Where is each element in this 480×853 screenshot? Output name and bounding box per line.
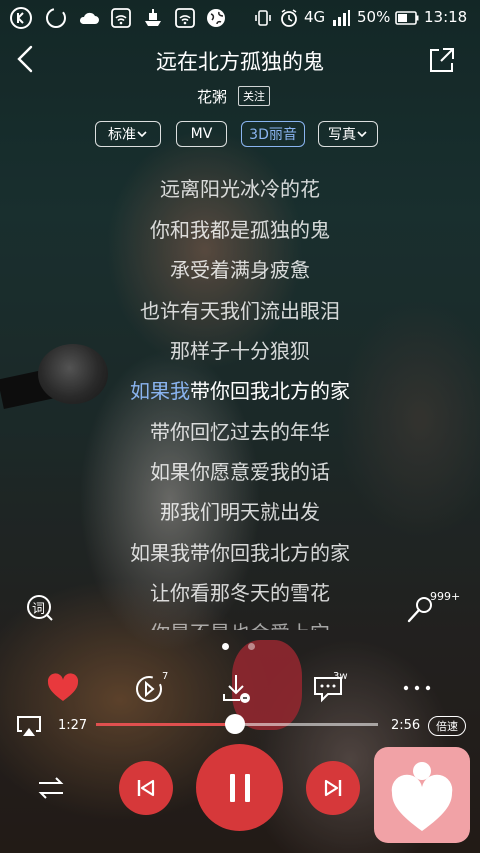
page-dot[interactable]: [248, 643, 255, 650]
3d-sound-button[interactable]: 3D丽音: [241, 121, 305, 147]
photo-label: 写真: [328, 127, 356, 143]
previous-button[interactable]: [119, 761, 173, 815]
previous-track-icon: [137, 779, 155, 797]
signal-icon: [330, 7, 352, 29]
share-count: 7: [162, 671, 169, 682]
ship-app-icon: [142, 7, 164, 29]
alarm-icon: [278, 7, 300, 29]
song-title: 远在北方孤独的鬼: [156, 50, 324, 74]
wifi-app-icon: [174, 7, 196, 29]
play-mode-button[interactable]: [36, 773, 66, 803]
photo-dropdown[interactable]: 写真: [318, 121, 378, 147]
loading-circle-icon: [45, 7, 67, 29]
3d-sound-label: 3D丽音: [249, 127, 297, 143]
lyric-line-current: 如果我带你回我北方的家: [0, 375, 480, 404]
lyric-line: 那我们明天就出发: [160, 500, 320, 524]
cast-button[interactable]: [16, 714, 42, 738]
comment-count: 3w: [333, 671, 348, 682]
more-dots-icon: [403, 685, 431, 691]
heart-filled-icon: [47, 673, 79, 701]
battery-percent: 50%: [357, 8, 391, 26]
network-type: 4G: [304, 8, 326, 26]
globe-icon: [205, 7, 227, 29]
lyric-line: 你和我都是孤独的鬼: [150, 218, 330, 242]
pause-button[interactable]: [196, 744, 283, 831]
lyrics-mode-label: 词: [32, 602, 46, 617]
airplay-icon: [17, 716, 41, 736]
vibrate-icon: [252, 7, 274, 29]
share-arrow-icon: [430, 48, 454, 72]
battery-icon: [394, 7, 420, 29]
lyric-line: 承受着满身疲惫: [170, 258, 310, 282]
chevron-down-icon: [137, 131, 147, 138]
lyric-line: 远离阳光冰冷的花: [160, 177, 320, 201]
cloud-icon: [78, 7, 100, 29]
wifi-app-icon: [110, 7, 132, 29]
lyric-line: 如果我带你回我北方的家: [130, 541, 350, 565]
speed-button[interactable]: 倍速: [428, 716, 466, 736]
lyrics-mode-button[interactable]: 词: [25, 593, 55, 623]
next-button[interactable]: [306, 761, 360, 815]
share-button[interactable]: [428, 46, 456, 74]
mv-button[interactable]: MV: [176, 121, 227, 147]
download-button[interactable]: [220, 672, 254, 704]
quality-label: 标准: [108, 127, 136, 143]
pause-icon: [229, 773, 250, 802]
page-dot-active[interactable]: [222, 643, 229, 650]
lyric-line: 那样子十分狼狈: [170, 339, 310, 363]
quality-dropdown[interactable]: 标准: [95, 121, 161, 147]
lyric-sung-part: 如果我: [130, 379, 190, 403]
artist-name[interactable]: 花粥: [197, 86, 227, 107]
lyric-line: 也许有天我们流出眼泪: [140, 299, 340, 323]
status-bar: 4G 50% 13:18: [0, 0, 480, 36]
clock: 13:18: [424, 8, 468, 26]
floating-heart-button[interactable]: [374, 747, 470, 843]
k-app-icon: [10, 7, 32, 29]
progress-fill: [96, 723, 236, 726]
lyric-line: 带你回忆过去的年华: [150, 420, 330, 444]
chevron-left-icon: [17, 45, 33, 73]
back-button[interactable]: [12, 44, 40, 74]
lyric-line: 如果你愿意爱我的话: [150, 460, 330, 484]
more-button[interactable]: [400, 672, 434, 704]
order-play-icon: [38, 777, 64, 799]
follow-button[interactable]: 关注: [238, 86, 270, 106]
lyric-unsung-part: 带你回我北方的家: [190, 379, 350, 403]
sing-along-count: 999+: [430, 590, 461, 603]
download-icon: [223, 675, 250, 703]
heart-person-icon: [391, 762, 453, 831]
chevron-down-icon: [357, 131, 367, 138]
like-button[interactable]: [46, 672, 80, 704]
next-track-icon: [324, 779, 342, 797]
current-time: 1:27: [58, 718, 88, 733]
total-time: 2:56: [391, 718, 421, 733]
mv-label: MV: [190, 126, 213, 142]
